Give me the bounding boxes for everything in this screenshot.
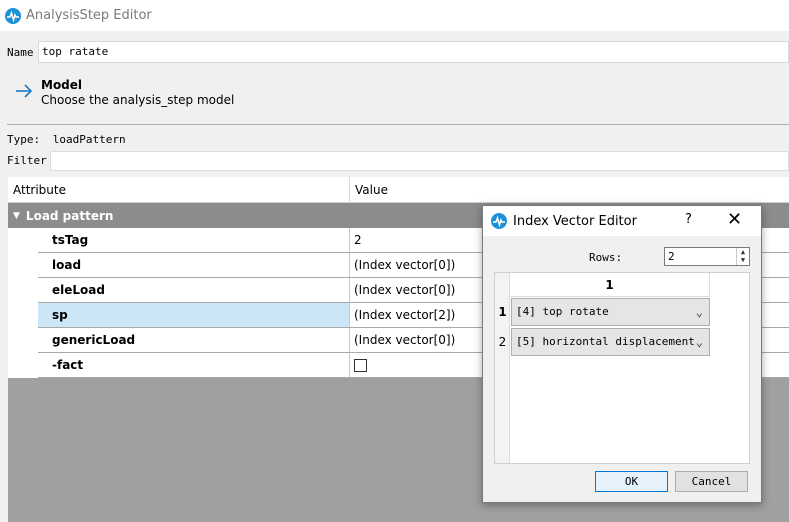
ok-button[interactable]: OK	[595, 471, 668, 492]
model-heading: Model	[41, 78, 83, 92]
window-titlebar: AnalysisStep Editor	[0, 0, 789, 31]
attribute-cell: load	[38, 253, 350, 277]
attribute-cell: tsTag	[38, 228, 350, 252]
attribute-cell: sp	[38, 303, 350, 327]
rows-label: Rows:	[589, 251, 623, 264]
group-label: Load pattern	[25, 208, 114, 223]
attribute-cell: genericLoad	[38, 328, 350, 352]
spin-arrows[interactable]: ▲ ▼	[736, 248, 749, 265]
type-row: Type: loadPattern	[7, 133, 126, 146]
index-grid: 1 1 2 [4] top rotate ⌄ [5] horizontal di…	[494, 272, 750, 464]
window-title: AnalysisStep Editor	[26, 8, 152, 23]
cancel-button[interactable]: Cancel	[675, 471, 748, 492]
chevron-up-icon[interactable]: ▲	[737, 248, 749, 256]
rows-spinbox[interactable]: 2 ▲ ▼	[664, 247, 750, 266]
help-button[interactable]: ?	[685, 212, 692, 227]
model-subtitle: Choose the analysis_step model	[41, 93, 235, 107]
attribute-cell: eleLoad	[38, 278, 350, 302]
dialog-title: Index Vector Editor	[513, 213, 637, 229]
name-row: Name top ratate	[0, 41, 789, 63]
type-label: Type:	[7, 133, 41, 146]
combo-value: [4] top rotate	[516, 305, 609, 318]
arrow-right-icon	[16, 84, 33, 98]
type-value: loadPattern	[52, 133, 126, 146]
chevron-down-icon[interactable]: ▼	[13, 211, 20, 221]
filter-label: Filter	[7, 154, 47, 167]
divider	[7, 124, 789, 125]
attribute-column-header[interactable]: Attribute	[8, 177, 350, 203]
index-combo-1[interactable]: [4] top rotate ⌄	[511, 298, 710, 326]
row-number[interactable]: 2	[495, 328, 510, 357]
close-button[interactable]: ✕	[727, 210, 742, 230]
chevron-down-icon: ⌄	[695, 305, 703, 319]
pulse-icon	[5, 7, 21, 24]
fact-checkbox[interactable]	[354, 359, 367, 372]
model-section[interactable]: Model Choose the analysis_step model	[14, 78, 234, 108]
table-header: Attribute Value	[8, 177, 789, 203]
attribute-cell: -fact	[38, 353, 350, 377]
pulse-icon	[491, 213, 507, 229]
chevron-down-icon: ⌄	[695, 335, 703, 349]
row-number[interactable]: 1	[495, 298, 510, 327]
name-label: Name	[7, 45, 34, 59]
filter-input[interactable]	[50, 151, 789, 171]
dialog-titlebar: Index Vector Editor	[483, 206, 761, 236]
value-column-header[interactable]: Value	[350, 177, 789, 203]
rows-value: 2	[668, 250, 675, 263]
name-input[interactable]: top ratate	[38, 41, 789, 63]
index-combo-2[interactable]: [5] horizontal displacement ⌄	[511, 328, 710, 356]
column-header[interactable]: 1	[510, 273, 710, 297]
index-vector-editor-dialog: Index Vector Editor ? ✕ Rows: 2 ▲ ▼ 1 1 …	[482, 205, 762, 503]
combo-value: [5] horizontal displacement	[516, 335, 695, 348]
filter-row: Filter	[0, 151, 789, 171]
chevron-down-icon[interactable]: ▼	[737, 256, 749, 264]
